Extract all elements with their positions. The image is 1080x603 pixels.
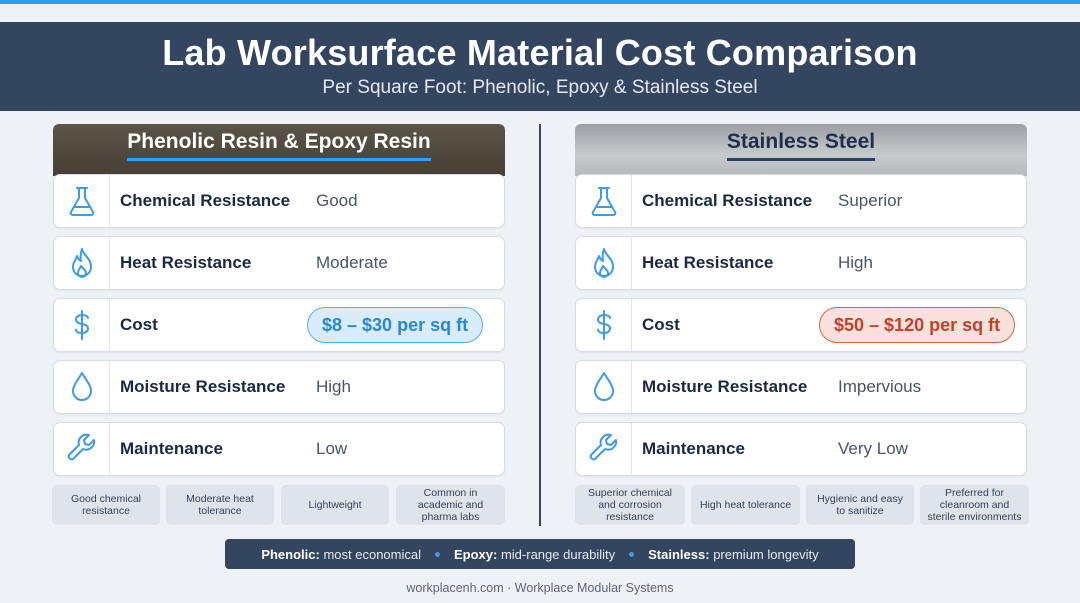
wrench-icon <box>576 423 632 475</box>
row-label: Cost <box>120 315 158 334</box>
row-label: Chemical Resistance <box>120 191 291 210</box>
phenolic-feature-chips: Good chemical resistance Moderate heat t… <box>52 485 505 525</box>
bullet-dot-icon <box>629 551 635 557</box>
drop-icon <box>54 361 110 413</box>
footer-credit: workplacenh.com · Workplace Modular Syst… <box>406 581 674 595</box>
cost-badge: $50 – $120 per sq ft <box>819 307 1016 343</box>
row-label: Heat Resistance <box>120 253 252 272</box>
row-heat-resistance: Heat Resistance High <box>575 236 1027 290</box>
row-label: Maintenance <box>120 439 223 458</box>
top-accent-line <box>0 0 1080 4</box>
page-title: Lab Worksurface Material Cost Comparison <box>162 32 918 73</box>
row-maintenance: Maintenance Low <box>53 422 505 476</box>
row-label: Cost <box>642 315 680 334</box>
legend-text-stainless: premium longevity <box>713 546 819 562</box>
page-subtitle: Per Square Foot: Phenolic, Epoxy & Stain… <box>322 77 758 98</box>
feature-chip: High heat tolerance <box>691 485 800 525</box>
summary-legend: Phenolic: most economical Epoxy: mid-ran… <box>225 539 855 569</box>
row-moisture-resistance: Moisture Resistance High <box>53 360 505 414</box>
dollar-icon <box>54 299 110 351</box>
row-value: Superior <box>838 191 903 210</box>
panel-divider <box>539 124 541 526</box>
row-cost: Cost $8 – $30 per sq ft <box>53 298 505 352</box>
legend-key-phenolic: Phenolic: <box>261 546 320 562</box>
drop-icon <box>576 361 632 413</box>
feature-chip: Moderate heat tolerance <box>166 485 274 525</box>
stainless-steel-panel: Stainless Steel Chemical Resistance Supe… <box>575 124 1027 476</box>
row-value: Good <box>316 191 358 210</box>
feature-chip: Good chemical resistance <box>52 485 160 525</box>
feature-chip: Common in academic and pharma labs <box>396 485 505 525</box>
panel-title: Phenolic Resin & Epoxy Resin <box>127 130 431 161</box>
flame-icon <box>576 237 632 289</box>
feature-chip: Superior chemical and corrosion resistan… <box>575 485 685 525</box>
row-moisture-resistance: Moisture Resistance Impervious <box>575 360 1027 414</box>
feature-chip: Hygienic and easy to sanitize <box>806 485 914 525</box>
flask-icon <box>576 175 632 227</box>
panel-header: Stainless Steel <box>575 124 1027 176</box>
legend-key-epoxy: Epoxy: <box>454 546 498 562</box>
row-cost: Cost $50 – $120 per sq ft <box>575 298 1027 352</box>
row-value: Moderate <box>316 253 388 272</box>
flask-icon <box>54 175 110 227</box>
row-label: Moisture Resistance <box>642 377 808 396</box>
row-value: Low <box>316 439 348 458</box>
header-banner: Lab Worksurface Material Cost Comparison… <box>0 22 1080 111</box>
row-chemical-resistance: Chemical Resistance Superior <box>575 174 1027 228</box>
dollar-icon <box>576 299 632 351</box>
legend-text-phenolic: most economical <box>323 546 421 562</box>
flame-icon <box>54 237 110 289</box>
row-label: Heat Resistance <box>642 253 774 272</box>
row-label: Chemical Resistance <box>642 191 813 210</box>
row-chemical-resistance: Chemical Resistance Good <box>53 174 505 228</box>
row-value: High <box>316 377 351 396</box>
stainless-feature-chips: Superior chemical and corrosion resistan… <box>575 485 1029 525</box>
legend-key-stainless: Stainless: <box>648 546 710 562</box>
row-maintenance: Maintenance Very Low <box>575 422 1027 476</box>
phenolic-epoxy-panel: Phenolic Resin & Epoxy Resin Chemical Re… <box>53 124 505 476</box>
bullet-dot-icon <box>435 551 440 557</box>
row-value: Impervious <box>838 377 922 396</box>
row-heat-resistance: Heat Resistance Moderate <box>53 236 505 290</box>
panel-title: Stainless Steel <box>726 130 876 161</box>
row-value: High <box>838 253 873 272</box>
legend-text-epoxy: mid-range durability <box>500 546 616 562</box>
row-label: Moisture Resistance <box>120 377 286 396</box>
feature-chip: Preferred for cleanroom and sterile envi… <box>920 485 1029 525</box>
panel-header: Phenolic Resin & Epoxy Resin <box>53 124 505 176</box>
row-value: Very Low <box>838 439 908 458</box>
feature-chip: Lightweight <box>281 485 389 525</box>
wrench-icon <box>54 423 110 475</box>
cost-badge: $8 – $30 per sq ft <box>307 307 484 343</box>
row-label: Maintenance <box>642 439 745 458</box>
